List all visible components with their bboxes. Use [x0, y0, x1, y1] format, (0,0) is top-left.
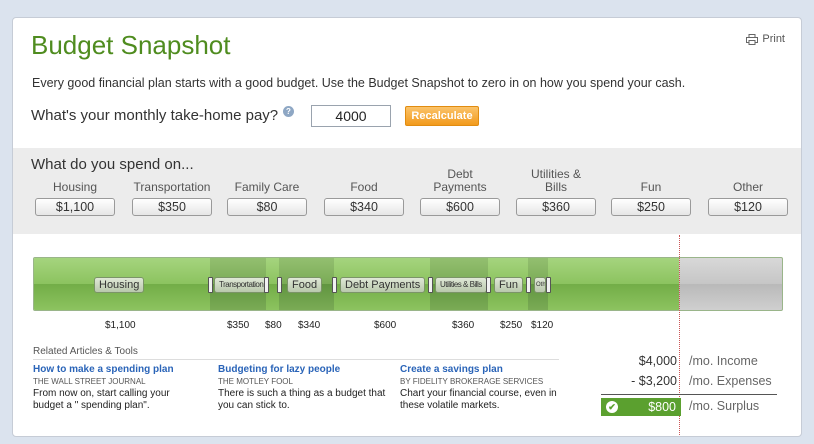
article-source: The Wall Street Journal: [33, 377, 146, 386]
spending-categories-section: What do you spend on... Housing $1,100 Tr…: [13, 148, 801, 234]
article-description: There is such a thing as a budget that y…: [218, 388, 386, 411]
printer-icon: [746, 33, 759, 45]
category-value-button[interactable]: $250: [611, 198, 691, 216]
article-item: Budgeting for lazy people The Motley Foo…: [218, 364, 388, 412]
expenses-amount: - $3,200: [631, 374, 677, 388]
bar-amount-transportation: $350: [227, 320, 250, 331]
category-label: Transportation: [133, 180, 211, 194]
category-value-button[interactable]: $600: [420, 198, 500, 216]
summary-divider: [601, 394, 777, 395]
category-label: Family Care: [234, 180, 300, 194]
bar-amount-utilities-bills: $360: [452, 320, 475, 331]
segment-label-other: Other: [534, 277, 546, 293]
article-source: The Motley Fool: [218, 377, 293, 386]
segment-handle[interactable]: [526, 277, 531, 293]
category-family-care: Family Care $80: [225, 166, 309, 216]
category-value-button[interactable]: $120: [708, 198, 788, 216]
segment-surplus: [548, 258, 679, 310]
bar-amount-family-care: $80: [265, 320, 282, 331]
intro-text: Every good financial plan starts with a …: [32, 76, 686, 90]
category-label: Food: [350, 180, 378, 194]
segment-handle[interactable]: [546, 277, 551, 293]
category-food: Food $340: [322, 166, 406, 216]
check-icon: ✔: [606, 401, 618, 413]
article-item: How to make a spending plan The Wall Str…: [33, 364, 203, 412]
segment-handle[interactable]: [277, 277, 282, 293]
category-value-button[interactable]: $80: [227, 198, 307, 216]
segment-label-utilities-bills: Utilities & Bills: [435, 277, 487, 293]
take-home-pay-input[interactable]: [311, 105, 391, 127]
segment-handle[interactable]: [264, 277, 269, 293]
article-item: Create a savings plan By Fidelity Broker…: [400, 364, 570, 412]
take-home-pay-label: What's your monthly take-home pay?: [31, 107, 279, 124]
article-title-link[interactable]: How to make a spending plan: [33, 364, 203, 375]
category-value-button[interactable]: $350: [132, 198, 212, 216]
related-heading: Related Articles & Tools: [33, 346, 138, 357]
category-fun: Fun $250: [609, 166, 693, 216]
budget-bar: Housing Transportation Food Debt Payment…: [33, 257, 783, 311]
bar-amount-fun: $250: [500, 320, 523, 331]
segment-label-food: Food: [287, 277, 323, 293]
category-label: Housing: [52, 180, 98, 194]
category-label: Debt Payments: [433, 167, 487, 194]
segment-label-housing: Housing: [94, 277, 145, 293]
income-label: /mo. Income: [689, 354, 758, 368]
article-description: Chart your financial course, even in the…: [400, 388, 557, 411]
segment-handle[interactable]: [428, 277, 433, 293]
surplus-amount: $800: [648, 400, 676, 414]
surplus-badge: ✔ $800: [601, 398, 681, 416]
article-title-link[interactable]: Budgeting for lazy people: [218, 364, 388, 375]
category-debt-payments: Debt Payments $600: [418, 166, 502, 216]
print-button[interactable]: Print: [746, 33, 785, 45]
segment-label-fun: Fun: [494, 277, 523, 293]
bar-amount-debt-payments: $600: [374, 320, 397, 331]
bar-amount-housing: $1,100: [105, 320, 136, 331]
category-housing: Housing $1,100: [33, 166, 117, 216]
recalculate-button[interactable]: Recalculate: [405, 106, 479, 126]
category-value-button[interactable]: $340: [324, 198, 404, 216]
category-label: Utilities & Bills: [531, 167, 582, 194]
category-label: Fun: [640, 180, 662, 194]
article-description: From now on, start calling your budget a…: [33, 388, 170, 411]
article-title-link[interactable]: Create a savings plan: [400, 364, 570, 375]
surplus-label: /mo. Surplus: [689, 399, 760, 413]
income-amount: $4,000: [638, 354, 677, 368]
category-other: Other $120: [706, 166, 790, 216]
print-label: Print: [762, 33, 785, 45]
page-title: Budget Snapshot: [31, 30, 231, 60]
segment-label-transportation: Transportation: [214, 277, 266, 293]
budget-snapshot-card: Budget Snapshot Print Every good financi…: [12, 17, 802, 437]
segment-handle[interactable]: [486, 277, 491, 293]
help-icon[interactable]: ?: [283, 106, 294, 117]
category-value-button[interactable]: $360: [516, 198, 596, 216]
article-source: By Fidelity Brokerage Services: [400, 377, 544, 386]
category-label: Other: [732, 180, 763, 194]
segment-handle[interactable]: [208, 277, 213, 293]
segment-handle[interactable]: [332, 277, 337, 293]
related-divider: [33, 359, 559, 360]
category-value-button[interactable]: $1,100: [35, 198, 115, 216]
category-transportation: Transportation $350: [130, 166, 214, 216]
expenses-label: /mo. Expenses: [689, 374, 772, 388]
segment-label-debt-payments: Debt Payments: [340, 277, 426, 293]
category-utilities-bills: Utilities & Bills $360: [514, 166, 598, 216]
bar-amount-other: $120: [531, 320, 554, 331]
bar-amount-food: $340: [298, 320, 321, 331]
